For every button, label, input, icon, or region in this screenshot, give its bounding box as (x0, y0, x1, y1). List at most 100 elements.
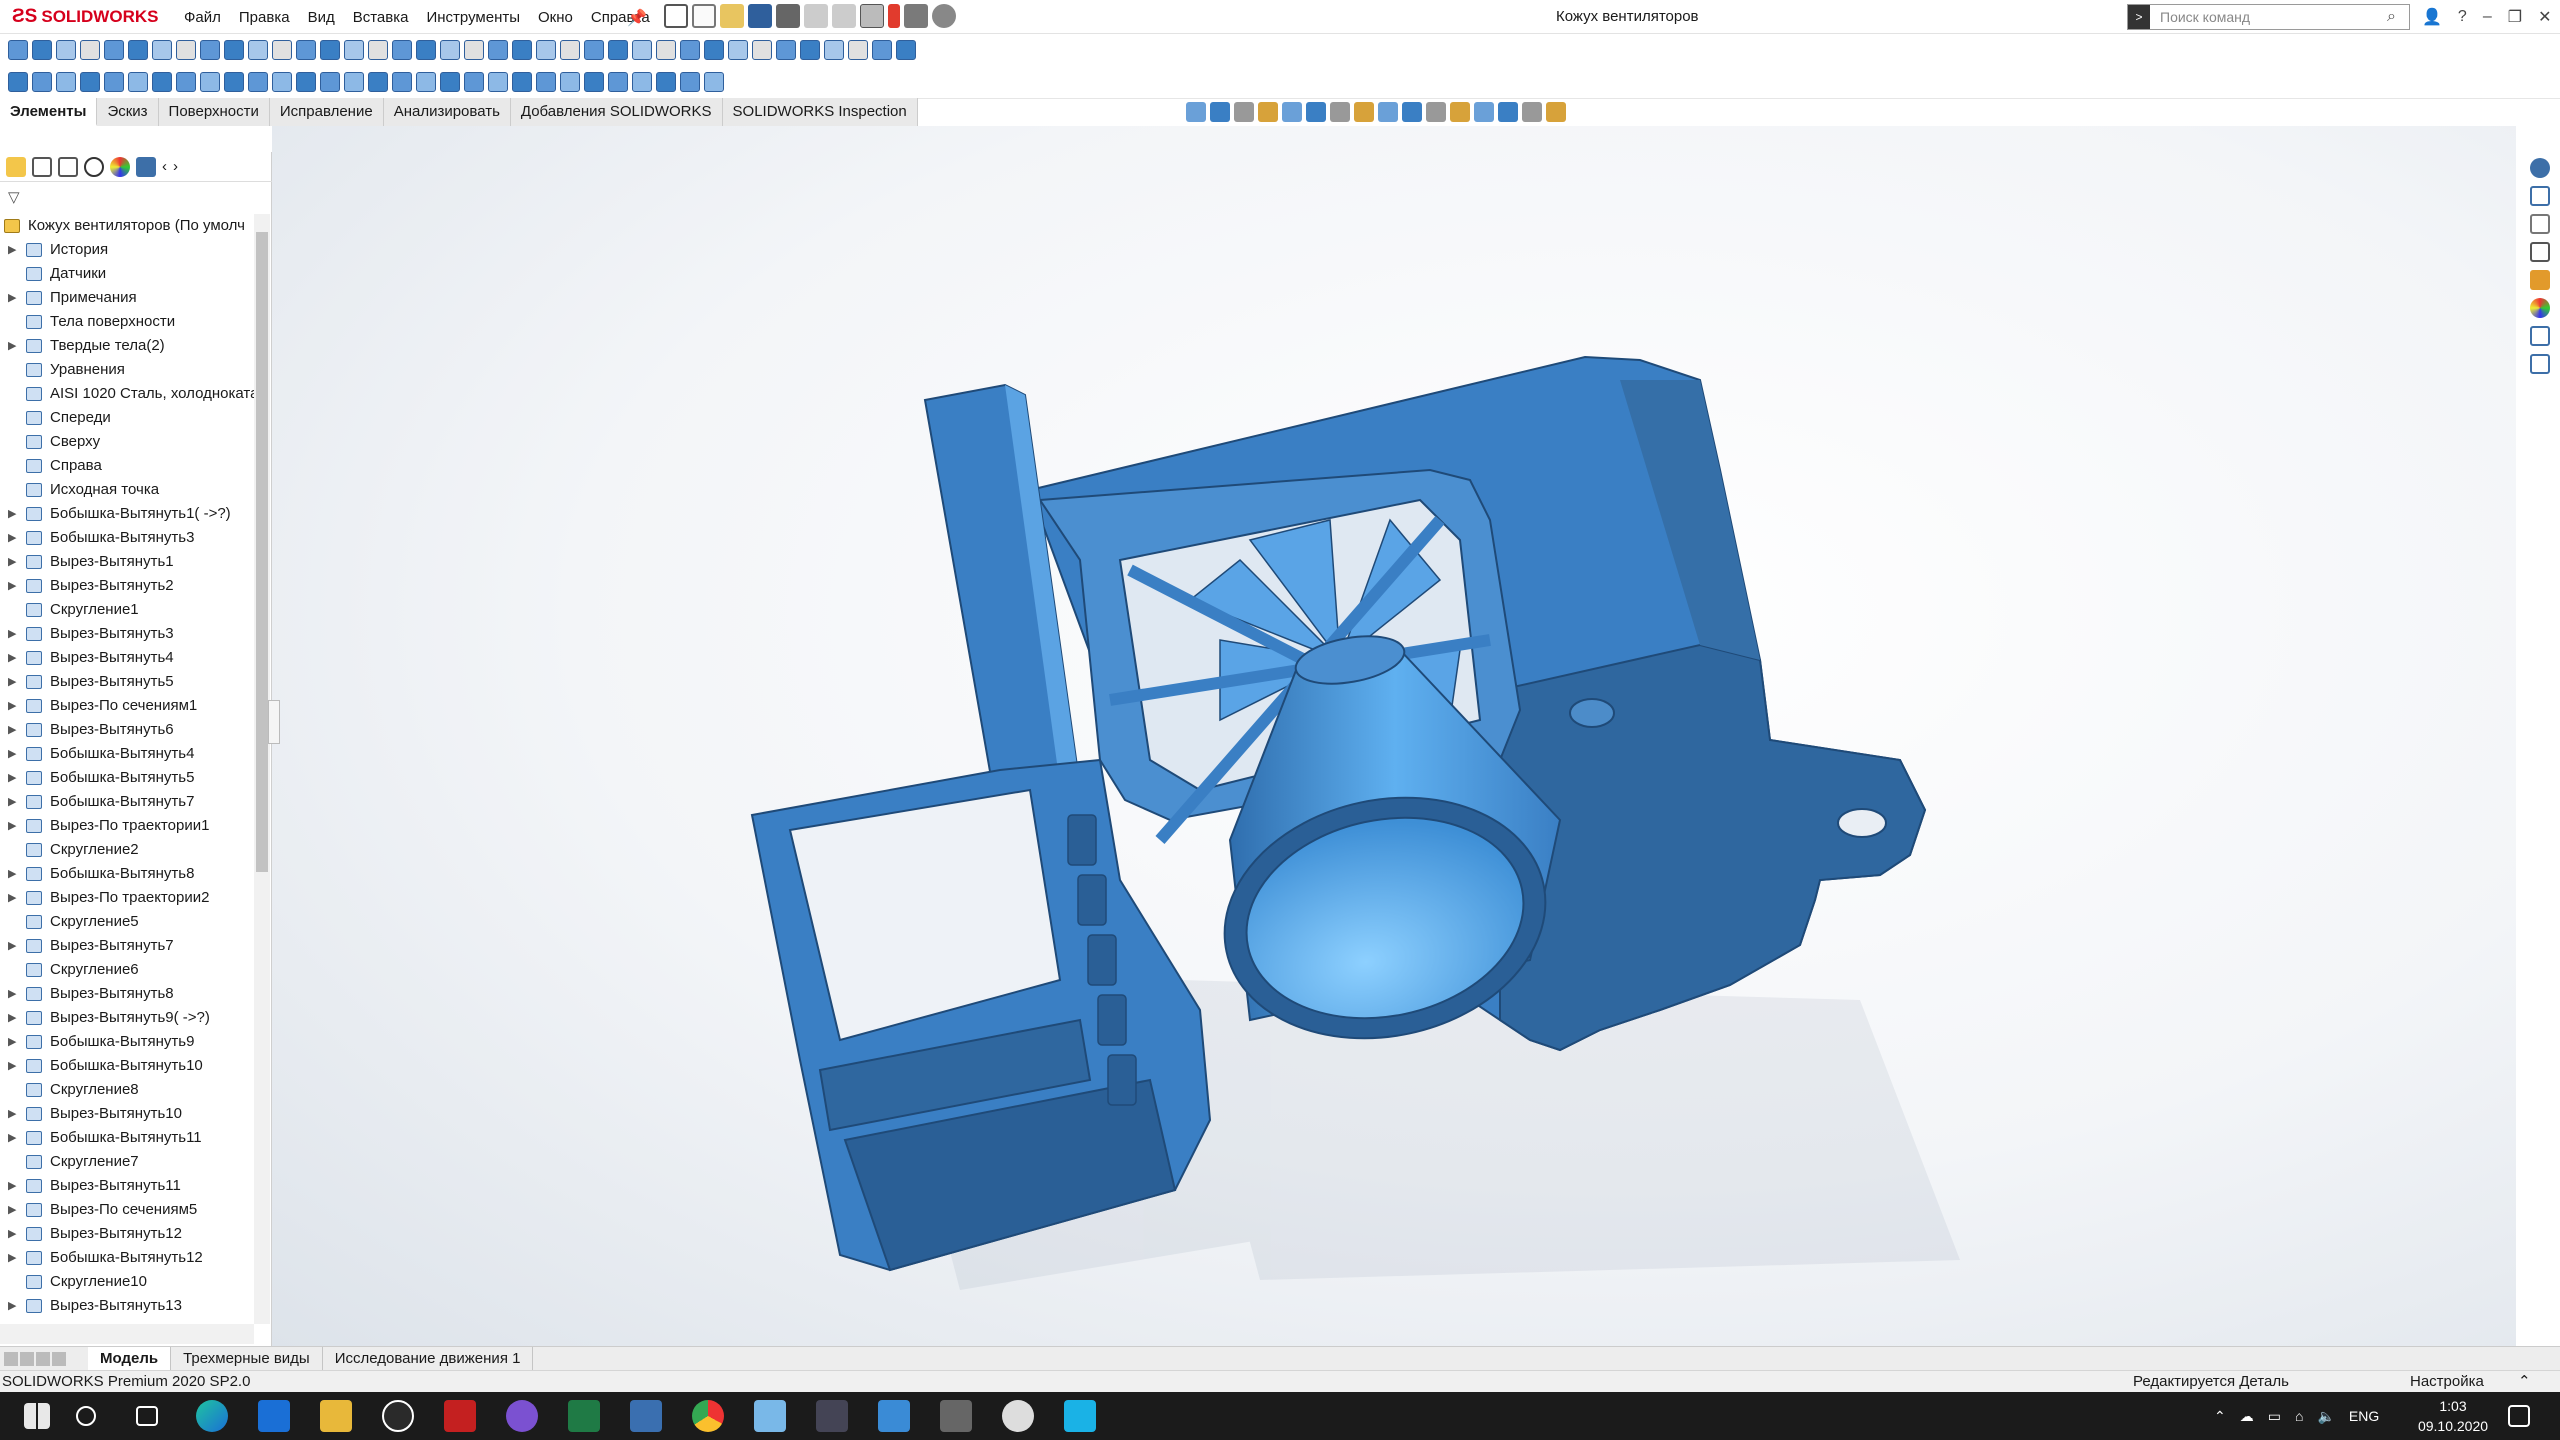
tree-item[interactable]: Исходная точка (0, 478, 254, 502)
toolbar-command-icon[interactable] (440, 72, 460, 92)
tree-root[interactable]: Кожух вентиляторов (По умолч (0, 214, 254, 238)
solidworks-resources-icon[interactable] (2530, 158, 2550, 178)
open-icon[interactable] (720, 4, 744, 28)
restore-button[interactable]: ❐ (2508, 7, 2522, 27)
toolbar-command-icon[interactable] (152, 72, 172, 92)
tree-item[interactable]: ▶ Бобышка-Вытянуть8 (0, 862, 254, 886)
menu-item[interactable]: Вид (299, 9, 344, 26)
expand-arrow-icon[interactable]: ▶ (8, 886, 16, 910)
clock[interactable]: 1:03 09.10.2020 (2405, 1396, 2501, 1436)
tree-item[interactable]: ▶ Бобышка-Вытянуть4 (0, 742, 254, 766)
feature-manager-tab-icon[interactable] (6, 156, 26, 177)
toolbar-command-icon[interactable] (176, 40, 196, 60)
expand-arrow-icon[interactable]: ▶ (8, 238, 16, 262)
expand-arrow-icon[interactable]: ▶ (8, 622, 16, 646)
pin-icon[interactable]: 📌 (627, 8, 647, 28)
view-command-icon[interactable] (1330, 102, 1350, 122)
tree-item[interactable]: Датчики (0, 262, 254, 286)
toolbar-command-icon[interactable] (488, 40, 508, 60)
toolbar-command-icon[interactable] (680, 40, 700, 60)
toolbar-command-icon[interactable] (56, 72, 76, 92)
tree-item[interactable]: Скругление1 (0, 598, 254, 622)
view-command-icon[interactable] (1378, 102, 1398, 122)
command-tab[interactable]: Эскиз (97, 98, 159, 126)
toolbar-command-icon[interactable] (512, 40, 532, 60)
expand-arrow-icon[interactable]: ▶ (8, 694, 16, 718)
toolbar-command-icon[interactable] (560, 40, 580, 60)
property-manager-tab-icon[interactable] (32, 156, 52, 177)
command-tab[interactable]: Исправление (269, 98, 384, 126)
view-command-icon[interactable] (1498, 102, 1518, 122)
toolbar-command-icon[interactable] (464, 72, 484, 92)
toolbar-command-icon[interactable] (896, 40, 916, 60)
edge-icon[interactable] (196, 1400, 228, 1432)
toolbar-command-icon[interactable] (560, 72, 580, 92)
menu-item[interactable]: Вставка (344, 9, 418, 26)
file-explorer-icon[interactable] (2530, 214, 2550, 234)
toolbar-command-icon[interactable] (536, 40, 556, 60)
expand-arrow-icon[interactable]: ▶ (8, 1054, 16, 1078)
expand-arrow-icon[interactable]: ▶ (8, 742, 16, 766)
toolbar-command-icon[interactable] (8, 72, 28, 92)
tree-item[interactable]: ▶ Бобышка-Вытянуть3 (0, 526, 254, 550)
tree-item[interactable]: Сверху (0, 430, 254, 454)
expand-arrow-icon[interactable]: ▶ (8, 334, 16, 358)
toolbar-command-icon[interactable] (176, 72, 196, 92)
file-properties-icon[interactable] (904, 4, 928, 28)
toolbar-command-icon[interactable] (392, 40, 412, 60)
tree-item[interactable]: ▶ Твердые тела(2) (0, 334, 254, 358)
toolbar-command-icon[interactable] (56, 40, 76, 60)
save-icon[interactable] (748, 4, 772, 28)
user-icon[interactable]: 👤 (2422, 7, 2442, 27)
language-indicator[interactable]: ENG (2349, 1408, 2379, 1424)
tree-item[interactable]: ▶ Бобышка-Вытянуть7 (0, 790, 254, 814)
toolbar-command-icon[interactable] (200, 72, 220, 92)
search-commands[interactable]: > Поиск команд ⌕ (2127, 4, 2410, 30)
toolbar-command-icon[interactable] (680, 72, 700, 92)
toolbar-command-icon[interactable] (824, 40, 844, 60)
expand-arrow-icon[interactable]: ▶ (8, 1222, 16, 1246)
toolbar-command-icon[interactable] (128, 40, 148, 60)
toolbar-command-icon[interactable] (608, 40, 628, 60)
select-icon[interactable] (860, 4, 884, 28)
expand-arrow-icon[interactable]: ▶ (8, 982, 16, 1006)
toolbar-command-icon[interactable] (656, 72, 676, 92)
solidworks-taskbar-icon[interactable] (444, 1400, 476, 1432)
toolbar-command-icon[interactable] (224, 72, 244, 92)
tree-item[interactable]: ▶ Вырез-По траектории2 (0, 886, 254, 910)
view-command-icon[interactable] (1306, 102, 1326, 122)
tab-navigation[interactable] (0, 1347, 88, 1371)
tray-chevron-icon[interactable]: ⌃ (2214, 1408, 2226, 1425)
new-document-icon[interactable] (692, 4, 716, 28)
expand-arrow-icon[interactable]: ▶ (8, 1030, 16, 1054)
toolbar-command-icon[interactable] (104, 72, 124, 92)
command-tab[interactable]: Поверхности (158, 98, 270, 126)
toolbar-command-icon[interactable] (32, 40, 52, 60)
tree-item[interactable]: ▶ Вырез-Вытянуть4 (0, 646, 254, 670)
tree-item[interactable]: Уравнения (0, 358, 254, 382)
toolbar-command-icon[interactable] (488, 72, 508, 92)
panel-splitter[interactable] (268, 700, 280, 744)
appearances-icon[interactable] (2530, 270, 2550, 290)
toolbar-command-icon[interactable] (776, 40, 796, 60)
units-chevron-icon[interactable]: ⌃ (2518, 1371, 2531, 1393)
view-palette-icon[interactable] (2530, 242, 2550, 262)
options-icon[interactable] (932, 4, 956, 28)
tab-3d-views[interactable]: Трехмерные виды (171, 1346, 323, 1371)
clock-app-icon[interactable] (1002, 1400, 1034, 1432)
custom-properties-list-icon[interactable] (2530, 326, 2550, 346)
toolbar-command-icon[interactable] (656, 40, 676, 60)
tree-item[interactable]: Скругление7 (0, 1150, 254, 1174)
print-icon[interactable] (776, 4, 800, 28)
tree-item[interactable]: ▶ Вырез-Вытянуть9( ->?) (0, 1006, 254, 1030)
toolbar-command-icon[interactable] (344, 40, 364, 60)
graphics-area[interactable] (272, 126, 2516, 1346)
toolbar-command-icon[interactable] (272, 72, 292, 92)
view-command-icon[interactable] (1354, 102, 1374, 122)
tree-item[interactable]: ▶ Вырез-Вытянуть10 (0, 1102, 254, 1126)
toolbar-command-icon[interactable] (320, 40, 340, 60)
expand-arrow-icon[interactable]: ▶ (8, 1006, 16, 1030)
tree-item[interactable]: Справа (0, 454, 254, 478)
toolbar-command-icon[interactable] (584, 72, 604, 92)
start-windows-icon[interactable] (24, 1403, 50, 1429)
